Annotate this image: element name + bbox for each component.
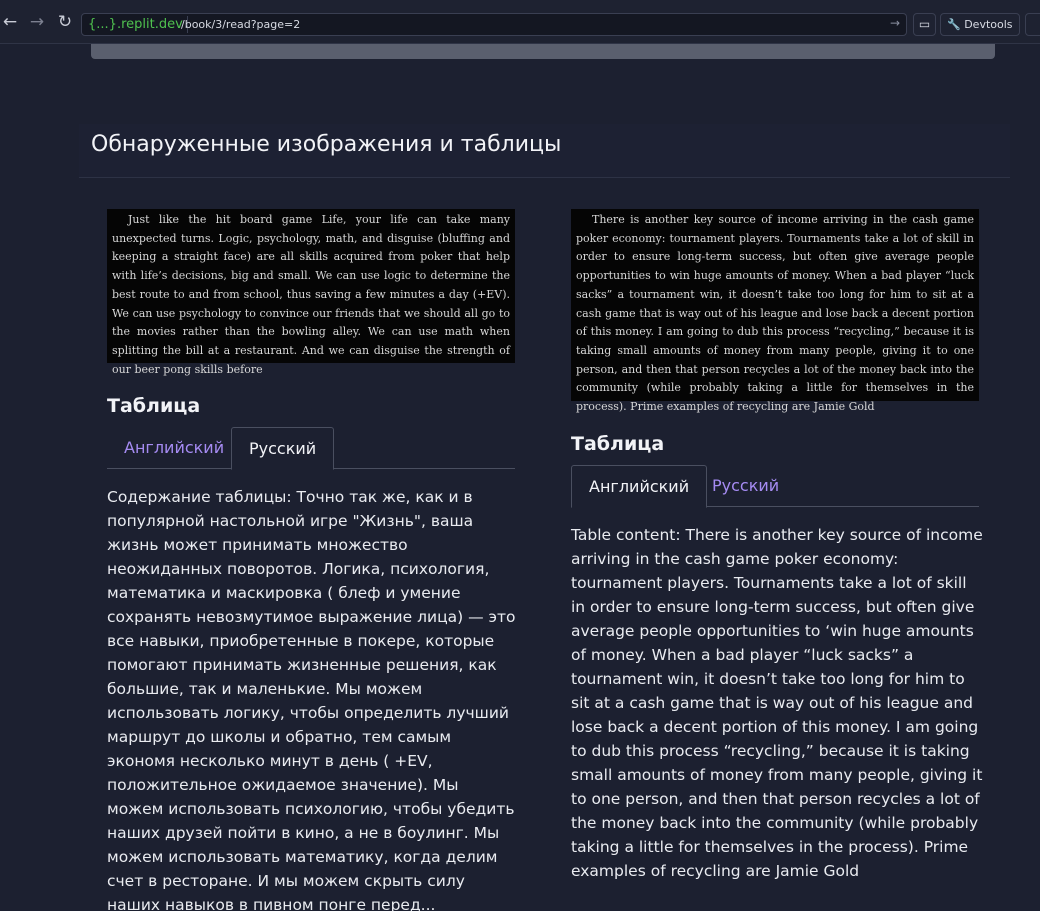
address-bar[interactable]: {...}.replit.dev /book/3/read?page=2 →	[81, 13, 907, 36]
section-title: Обнаруженные изображения и таблицы	[91, 132, 562, 157]
go-arrow-icon[interactable]: →	[890, 16, 900, 30]
tab-russian-2[interactable]: Русский	[695, 465, 796, 507]
browser-toolbar: ← → ↻ {...}.replit.dev /book/3/read?page…	[0, 0, 1040, 44]
scan-text-2: There is another key source of income ar…	[576, 213, 974, 414]
scan-image-2: There is another key source of income ar…	[571, 209, 979, 413]
extra-button[interactable]	[1025, 13, 1040, 36]
screen-icon[interactable]: ▭	[913, 13, 936, 36]
table-heading-1: Таблица	[107, 395, 201, 417]
url-host-text: {...}.replit.dev	[88, 17, 183, 32]
back-arrow-icon[interactable]: ←	[0, 12, 20, 32]
devtools-label: Devtools	[964, 18, 1013, 31]
reload-icon[interactable]: ↻	[55, 12, 75, 32]
tabs-1: Английский Русский	[107, 427, 515, 470]
url-host: {...}.replit.dev	[85, 16, 188, 33]
tab-english-2[interactable]: Английский	[571, 465, 708, 508]
table-content-2: Table content: There is another key sour…	[571, 526, 983, 880]
tab-russian-1[interactable]: Русский	[231, 427, 335, 470]
section-header: Обнаруженные изображения и таблицы	[79, 124, 1010, 178]
tab-english-1[interactable]: Английский	[107, 427, 241, 469]
devtools-button[interactable]: 🔧 Devtools	[940, 13, 1020, 36]
scan-text-1: Just like the hit board game Life, your …	[112, 213, 510, 376]
table-content-1: Содержание таблицы: Точно так же, как и …	[107, 488, 516, 911]
scroll-remnant-bar	[91, 44, 995, 59]
forward-arrow-icon[interactable]: →	[27, 12, 47, 32]
url-path: /book/3/read?page=2	[181, 18, 301, 31]
scan-image-1: Just like the hit board game Life, your …	[107, 209, 515, 376]
wrench-icon: 🔧	[947, 18, 961, 31]
table-heading-2: Таблица	[571, 433, 665, 455]
tabs-2: Английский Русский	[571, 465, 979, 508]
